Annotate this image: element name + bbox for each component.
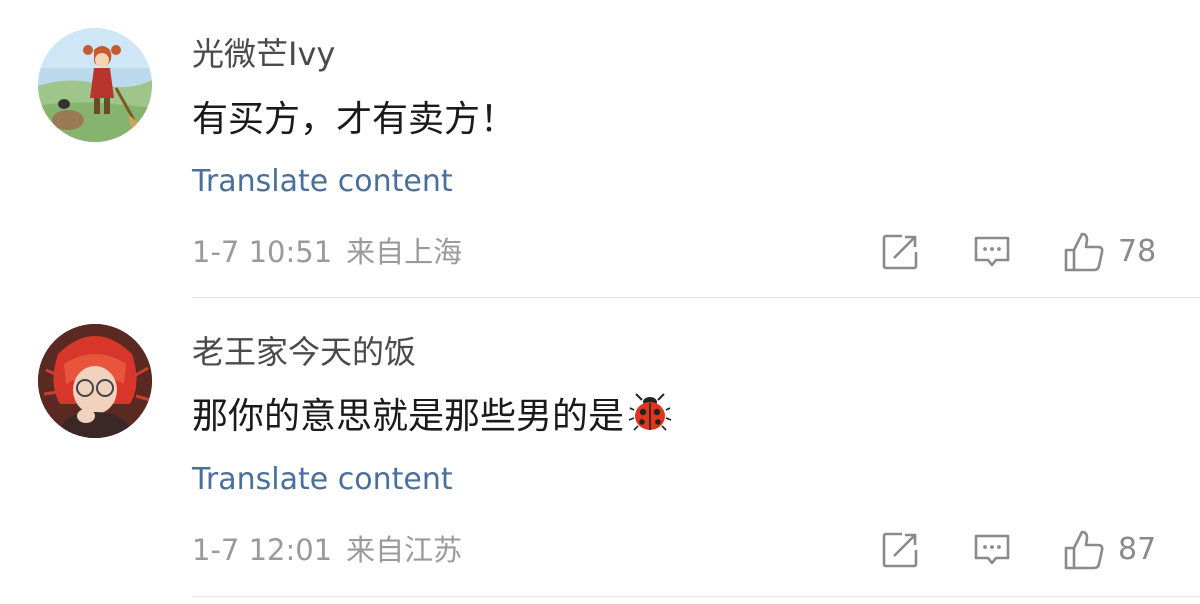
repost-button[interactable] (880, 524, 920, 576)
reply-button[interactable] (972, 524, 1012, 576)
divider (192, 596, 1200, 597)
translate-link[interactable]: Translate content (192, 460, 453, 500)
comment-meta: 1-7 10:51 来自上海 (192, 232, 462, 272)
reply-icon (974, 534, 1010, 565)
location: 来自江苏 (346, 533, 463, 567)
comment-text-content: 那你的意思就是那些男的是 (192, 396, 625, 437)
avatar-illustration-icon (38, 28, 152, 142)
repost-icon (882, 532, 918, 568)
comment-text: 有买方，才有卖方！ (192, 96, 516, 144)
timestamp: 1-7 12:01 (192, 533, 333, 567)
avatar[interactable] (38, 324, 152, 438)
username[interactable]: 光微芒Ivy (192, 34, 335, 74)
translate-link[interactable]: Translate content (192, 162, 453, 202)
comment-actions: 87 (876, 524, 1176, 576)
comment-meta: 1-7 12:01 来自江苏 (192, 530, 462, 570)
avatar-illustration-icon (38, 324, 152, 438)
like-button[interactable]: 78 (1062, 226, 1156, 278)
ladybug-emoji-icon (628, 390, 672, 447)
timestamp: 1-7 10:51 (192, 235, 333, 269)
like-icon (1064, 530, 1104, 570)
reply-icon (974, 236, 1010, 267)
username[interactable]: 老王家今天的饭 (192, 332, 416, 372)
like-count: 87 (1118, 532, 1157, 567)
repost-button[interactable] (880, 226, 920, 278)
like-icon (1064, 232, 1104, 272)
comment-text: 那你的意思就是那些男的是 (192, 390, 672, 447)
reply-button[interactable] (972, 226, 1012, 278)
comment-item: 光微芒Ivy 有买方，才有卖方！ Translate content 1-7 1… (0, 0, 1200, 298)
like-count: 78 (1118, 234, 1157, 269)
comment-item: 老王家今天的饭 那你的意思就是那些男的是 Translate content 1… (0, 298, 1200, 604)
comment-actions: 78 (876, 226, 1176, 278)
location: 来自上海 (346, 235, 463, 269)
like-button[interactable]: 87 (1062, 524, 1156, 576)
avatar[interactable] (38, 28, 152, 142)
comment-text-content: 有买方，才有卖方！ (192, 99, 517, 140)
repost-icon (882, 234, 918, 270)
